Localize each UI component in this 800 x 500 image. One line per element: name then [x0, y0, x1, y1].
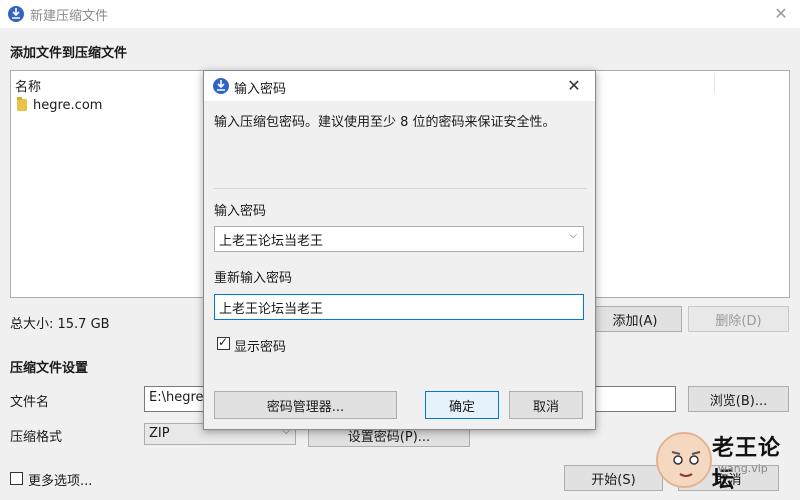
reenter-password-field[interactable]: 上老王论坛当老王	[214, 294, 584, 320]
show-password-label[interactable]: 显示密码	[234, 336, 286, 355]
ok-button[interactable]: 确定	[425, 391, 499, 419]
delete-button[interactable]: 删除(D)	[688, 306, 789, 332]
format-select-value: ZIP	[149, 426, 170, 441]
show-password-checkbox[interactable]	[217, 335, 230, 350]
settings-heading: 压缩文件设置	[10, 361, 89, 376]
more-options-label[interactable]: 更多选项...	[28, 470, 92, 489]
list-item-label: hegre.com	[33, 97, 103, 113]
password-manager-button[interactable]: 密码管理器...	[214, 391, 397, 419]
app-logo-icon	[8, 6, 24, 22]
folder-icon	[17, 97, 27, 111]
dialog-cancel-button[interactable]: 取消	[509, 391, 583, 419]
column-divider[interactable]	[714, 73, 715, 93]
dialog-title: 输入密码	[234, 82, 287, 97]
column-header-name[interactable]: 名称	[15, 76, 41, 95]
reenter-password-label: 重新输入密码	[214, 271, 293, 286]
app-logo-icon	[213, 78, 229, 94]
dialog-close-icon[interactable]: ✕	[563, 75, 585, 97]
watermark-logo: 老王论坛 wang.vip	[656, 426, 796, 493]
main-window: 新建压缩文件 ✕ 添加文件到压缩文件 名称 hegre.com 总大小: 15.…	[0, 0, 800, 500]
dialog-description: 输入压缩包密码。建议使用至少 8 位的密码来保证安全性。	[214, 115, 556, 130]
window-close-icon[interactable]: ✕	[770, 3, 792, 25]
password-field-value: 上老王论坛当老王	[219, 234, 324, 249]
list-item[interactable]: hegre.com	[15, 95, 102, 115]
add-button[interactable]: 添加(A)	[588, 306, 682, 332]
password-label: 输入密码	[214, 204, 267, 219]
total-size: 总大小: 15.7 GB	[10, 317, 110, 332]
mascot-face-icon	[656, 432, 712, 488]
divider	[214, 188, 587, 189]
add-files-heading: 添加文件到压缩文件	[10, 46, 128, 61]
browse-button[interactable]: 浏览(B)...	[688, 386, 789, 412]
chevron-down-icon[interactable]: ⌵	[569, 230, 577, 241]
watermark-url: wang.vip	[718, 462, 768, 475]
more-options-checkbox[interactable]	[10, 472, 23, 485]
window-title: 新建压缩文件	[30, 9, 109, 24]
title-bar: 新建压缩文件 ✕	[0, 0, 800, 28]
format-label: 压缩格式	[10, 430, 63, 445]
password-field[interactable]: 上老王论坛当老王 ⌵	[214, 226, 584, 252]
filename-label: 文件名	[10, 395, 50, 410]
password-dialog: 输入密码 ✕ 输入压缩包密码。建议使用至少 8 位的密码来保证安全性。 输入密码…	[203, 70, 596, 430]
start-button[interactable]: 开始(S)	[564, 465, 663, 491]
dialog-title-bar: 输入密码 ✕	[204, 71, 595, 101]
